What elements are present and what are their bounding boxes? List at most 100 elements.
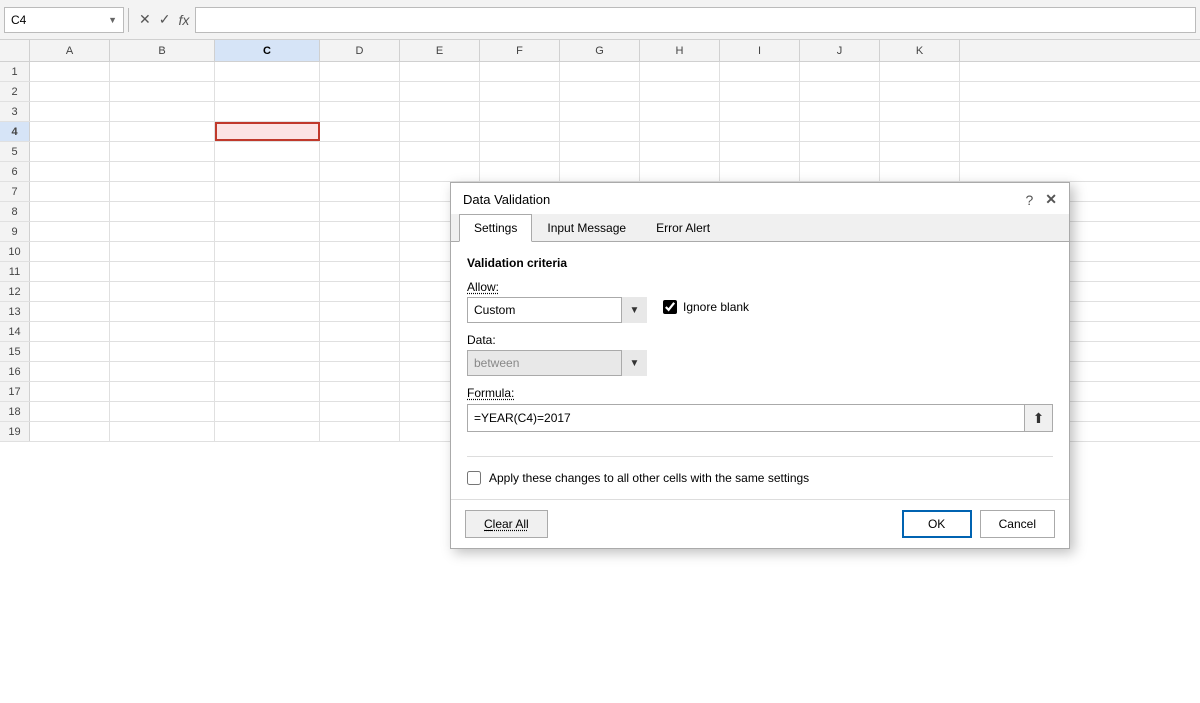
col-header-j[interactable]: J [800,40,880,61]
cell-g3[interactable] [560,102,640,121]
cell-b3[interactable] [110,102,215,121]
col-header-f[interactable]: F [480,40,560,61]
cell-g1[interactable] [560,62,640,81]
cell-d1[interactable] [320,62,400,81]
data-row: Data: between not between equal to not e… [467,333,1053,376]
cell-i3[interactable] [720,102,800,121]
cell-h1[interactable] [640,62,720,81]
cell-f2[interactable] [480,82,560,101]
col-header-c[interactable]: C [215,40,320,61]
row-num-4: 4 [0,122,30,141]
cell-c1[interactable] [215,62,320,81]
col-header-k[interactable]: K [880,40,960,61]
cell-i1[interactable] [720,62,800,81]
cell-a1[interactable] [30,62,110,81]
formula-bar[interactable] [195,7,1196,33]
formula-input[interactable] [467,404,1025,432]
dialog-close-button[interactable]: ✕ [1045,191,1057,208]
allow-select[interactable]: Any value Whole number Decimal List Date… [467,297,647,323]
cell-e4[interactable] [400,122,480,141]
tab-input-message[interactable]: Input Message [532,214,641,242]
ignore-blank-group: Ignore blank [663,280,749,314]
apply-changes-label[interactable]: Apply these changes to all other cells w… [489,471,809,485]
name-box-dropdown-icon[interactable]: ▼ [108,15,117,25]
tab-settings[interactable]: Settings [459,214,532,242]
formula-toolbar-icons: ✕ ✓ fx [133,11,195,28]
cell-b1[interactable] [110,62,215,81]
cell-j2[interactable] [800,82,880,101]
footer-right-buttons: OK Cancel [902,510,1055,538]
cancel-button[interactable]: Cancel [980,510,1055,538]
col-header-i[interactable]: I [720,40,800,61]
cell-b4[interactable] [110,122,215,141]
cell-c4-selected[interactable] [215,122,320,141]
dialog-tabs: Settings Input Message Error Alert [451,214,1069,242]
cell-e3[interactable] [400,102,480,121]
table-row: 3 [0,102,1200,122]
cell-k4[interactable] [880,122,960,141]
formula-section: Formula: ⬆ [467,386,1053,432]
cell-c3[interactable] [215,102,320,121]
cell-b2[interactable] [110,82,215,101]
table-row: 6 [0,162,1200,182]
data-select[interactable]: between not between equal to not equal t… [467,350,647,376]
col-header-h[interactable]: H [640,40,720,61]
cell-f3[interactable] [480,102,560,121]
ok-button[interactable]: OK [902,510,972,538]
table-row: 5 [0,142,1200,162]
col-header-b[interactable]: B [110,40,215,61]
col-header-g[interactable]: G [560,40,640,61]
cell-c2[interactable] [215,82,320,101]
cell-f4[interactable] [480,122,560,141]
cell-j4[interactable] [800,122,880,141]
row-num-1: 1 [0,62,30,81]
cell-d3[interactable] [320,102,400,121]
allow-label: Allow: [467,280,647,294]
dialog-help-button[interactable]: ? [1025,192,1033,208]
formula-expand-button[interactable]: ⬆ [1025,404,1053,432]
cell-k3[interactable] [880,102,960,121]
dialog-body: Validation criteria Allow: Any value Who… [451,242,1069,499]
cell-h4[interactable] [640,122,720,141]
dialog-title-buttons: ? ✕ [1025,191,1057,208]
allow-select-wrapper: Any value Whole number Decimal List Date… [467,297,647,323]
cell-j3[interactable] [800,102,880,121]
cell-a3[interactable] [30,102,110,121]
cell-i4[interactable] [720,122,800,141]
clear-all-button[interactable]: Clear All [465,510,548,538]
cell-j1[interactable] [800,62,880,81]
col-header-a[interactable]: A [30,40,110,61]
allow-row: Allow: Any value Whole number Decimal Li… [467,280,1053,323]
cell-a4[interactable] [30,122,110,141]
fx-icon[interactable]: fx [178,12,189,28]
ignore-blank-checkbox[interactable] [663,300,677,314]
ignore-blank-label[interactable]: Ignore blank [683,300,749,314]
cell-e1[interactable] [400,62,480,81]
apply-changes-checkbox[interactable] [467,471,481,485]
cell-f1[interactable] [480,62,560,81]
table-row: 2 [0,82,1200,102]
column-headers: A B C D E F G H I J K [0,40,1200,62]
cell-k1[interactable] [880,62,960,81]
cell-d4[interactable] [320,122,400,141]
tab-error-alert[interactable]: Error Alert [641,214,725,242]
col-header-e[interactable]: E [400,40,480,61]
cell-a2[interactable] [30,82,110,101]
row-num-2: 2 [0,82,30,101]
allow-group: Allow: Any value Whole number Decimal Li… [467,280,647,323]
cell-g2[interactable] [560,82,640,101]
confirm-formula-icon[interactable]: ✓ [159,11,171,28]
formula-divider [128,8,129,32]
cell-k2[interactable] [880,82,960,101]
col-header-d[interactable]: D [320,40,400,61]
apply-changes-row: Apply these changes to all other cells w… [467,456,1053,485]
name-box[interactable]: C4 ▼ [4,7,124,33]
cell-e2[interactable] [400,82,480,101]
cell-g4[interactable] [560,122,640,141]
cell-i2[interactable] [720,82,800,101]
row-num-3: 3 [0,102,30,121]
cancel-formula-icon[interactable]: ✕ [139,11,151,28]
cell-d2[interactable] [320,82,400,101]
cell-h2[interactable] [640,82,720,101]
cell-h3[interactable] [640,102,720,121]
